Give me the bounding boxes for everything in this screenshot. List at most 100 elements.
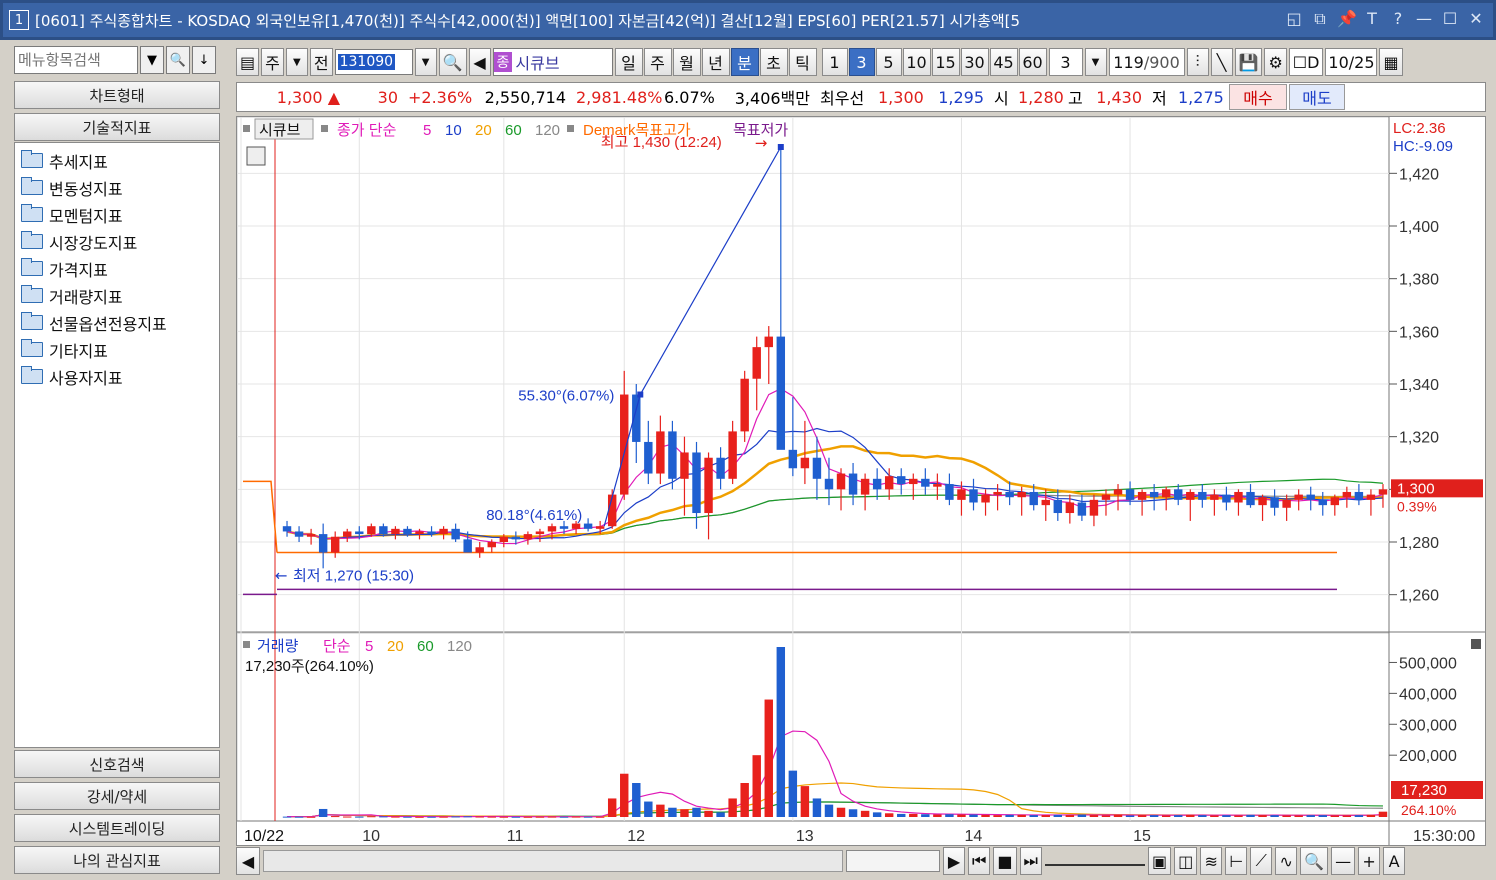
zoom-in-icon[interactable]: +: [1358, 847, 1381, 875]
volume-bar: [788, 770, 798, 817]
minimize-icon[interactable]: —: [1415, 9, 1433, 29]
interval-button[interactable]: 3: [848, 48, 875, 76]
chart-area[interactable]: 1,420 1,400 1,380 1,360 1,340 1,320 1,300 1,280…: [236, 116, 1486, 846]
candle-body: [1366, 494, 1376, 500]
help-icon[interactable]: ?: [1389, 9, 1407, 29]
period-button[interactable]: 년: [701, 48, 730, 76]
chart-type-button[interactable]: 차트형태: [14, 81, 220, 109]
candle-body: [848, 473, 858, 495]
candle-body: [981, 494, 990, 503]
pattern-icon[interactable]: ≋: [1200, 847, 1223, 875]
interval-button[interactable]: 45: [989, 48, 1018, 76]
indicator-folder[interactable]: 기타지표: [15, 336, 219, 363]
search-icon[interactable]: 🔍: [166, 46, 190, 74]
interval-value-field[interactable]: 3: [1048, 48, 1083, 76]
calendar-icon[interactable]: ▦: [1379, 48, 1403, 76]
wave-tool-icon[interactable]: ∿: [1275, 847, 1298, 875]
candle-body: [1246, 491, 1255, 506]
down-arrow-icon[interactable]: ↓: [192, 46, 216, 74]
interval-button[interactable]: 5: [875, 48, 902, 76]
settings-icon[interactable]: ⚙: [1264, 48, 1287, 76]
volume-bar: [776, 647, 786, 817]
interval-button[interactable]: 60: [1018, 48, 1047, 76]
close-icon[interactable]: ✕: [1467, 9, 1485, 29]
save-icon[interactable]: 💾: [1234, 48, 1263, 76]
sound-icon[interactable]: ◀: [468, 48, 491, 76]
stop-icon[interactable]: ■: [993, 847, 1017, 875]
horizontal-scrollbar[interactable]: [263, 850, 843, 872]
restore-icon[interactable]: ◱: [1285, 9, 1303, 29]
period-button[interactable]: 주: [643, 48, 672, 76]
volume-bar: [343, 816, 352, 818]
interval-dropdown-icon[interactable]: ▼: [1084, 48, 1107, 76]
code-dropdown-icon[interactable]: ▼: [414, 48, 437, 76]
price-tick-label: 1,260: [1399, 588, 1439, 605]
indicator-folder[interactable]: 거래량지표: [15, 282, 219, 309]
left-bottom-button[interactable]: 신호검색: [14, 750, 220, 778]
indicator-folder[interactable]: 가격지표: [15, 255, 219, 282]
indicator-folder[interactable]: 선물옵션전용지표: [15, 309, 219, 336]
candle-style-icon[interactable]: ⫶: [1186, 48, 1209, 76]
period-button[interactable]: 초: [759, 48, 788, 76]
left-bottom-button[interactable]: 시스템트레이딩: [14, 814, 220, 842]
candle-body: [1210, 494, 1219, 500]
interval-button[interactable]: 10: [902, 48, 931, 76]
all-button[interactable]: 전: [309, 48, 333, 76]
panel-toggle-icon[interactable]: ▤: [236, 48, 260, 76]
period-button[interactable]: 월: [672, 48, 701, 76]
copy-window-icon[interactable]: ⧉: [1311, 9, 1329, 29]
zoom-out-icon[interactable]: —: [1331, 847, 1356, 875]
volume-bar: [1065, 815, 1075, 817]
rewind-icon[interactable]: ⏮: [968, 847, 991, 875]
count-value: 119: [1113, 52, 1144, 72]
indicator-folder[interactable]: 변동성지표: [15, 174, 219, 201]
speed-slider[interactable]: [1044, 856, 1145, 866]
indicator-folder[interactable]: 추세지표: [15, 147, 219, 174]
menu-search-input[interactable]: [14, 46, 138, 74]
scrollbar-thumb[interactable]: [846, 850, 940, 872]
period-button[interactable]: 분: [730, 48, 759, 76]
d-checkbox[interactable]: ☐D: [1288, 48, 1324, 76]
indicator-folder[interactable]: 모멘텀지표: [15, 201, 219, 228]
split-icon[interactable]: ◫: [1174, 847, 1198, 875]
stock-name-field[interactable]: 종 시큐브: [492, 48, 613, 76]
sell-button[interactable]: 매도: [1289, 84, 1345, 110]
chart-toolbar: ▤ 주 ▼ 전 131090 ▼ 🔍 ◀ 종 시큐브 일주월년분초틱 1 3 5 10 1…: [236, 46, 1486, 78]
text-tool-icon[interactable]: A: [1383, 847, 1406, 875]
left-bottom-button[interactable]: 나의 관심지표: [14, 846, 220, 874]
market-type-select[interactable]: 주: [261, 48, 284, 76]
scroll-left-icon[interactable]: ◀: [236, 847, 260, 875]
fast-forward-icon[interactable]: ⏭: [1019, 847, 1042, 875]
candle-body: [487, 542, 496, 548]
folder-label: 선물옵션전용지표: [49, 314, 167, 334]
period-button[interactable]: 틱: [788, 48, 817, 76]
stock-code-input[interactable]: 131090: [334, 49, 413, 75]
zoom-icon[interactable]: 🔍: [1300, 847, 1329, 875]
play-icon[interactable]: ▶: [943, 847, 965, 875]
buy-button[interactable]: 매수: [1229, 84, 1287, 110]
font-icon[interactable]: T: [1363, 9, 1381, 29]
interval-button[interactable]: 30: [960, 48, 989, 76]
maximize-icon[interactable]: ☐: [1441, 9, 1459, 29]
candle-body: [897, 476, 906, 485]
layout-icon[interactable]: ▣: [1147, 847, 1172, 875]
indicator-folder[interactable]: 사용자지표: [15, 363, 219, 390]
candle-body: [1017, 491, 1026, 498]
indicator-folder[interactable]: 시장강도지표: [15, 228, 219, 255]
market-dropdown-icon[interactable]: ▼: [285, 48, 308, 76]
volume-bar: [355, 816, 364, 818]
draw-line-icon[interactable]: ╲: [1210, 48, 1233, 76]
count-field[interactable]: 119/900: [1108, 48, 1185, 76]
left-bottom-button[interactable]: 강세/약세: [14, 782, 220, 810]
fib-tool-icon[interactable]: ⟋: [1250, 847, 1273, 875]
interval-button[interactable]: 1: [821, 48, 848, 76]
tech-indicator-button[interactable]: 기술적지표: [14, 113, 220, 141]
trend-tool-icon[interactable]: ⊢: [1225, 847, 1248, 875]
period-button[interactable]: 일: [614, 48, 643, 76]
dropdown-icon[interactable]: ▼: [140, 46, 164, 74]
date-field[interactable]: 10/25: [1325, 48, 1378, 76]
code-search-icon[interactable]: 🔍: [438, 48, 467, 76]
interval-button[interactable]: 15: [931, 48, 960, 76]
chart-svg[interactable]: 1,420 1,400 1,380 1,360 1,340 1,320 1,300 1,280…: [237, 117, 1485, 845]
pin-icon[interactable]: 📌: [1337, 9, 1357, 29]
